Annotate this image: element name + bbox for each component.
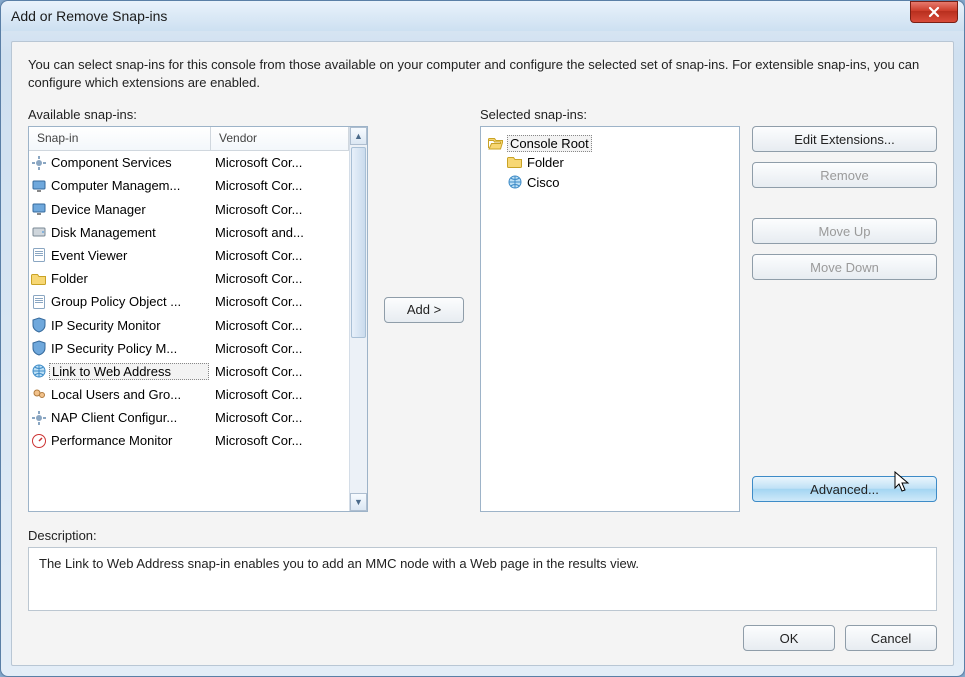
description-label: Description: <box>28 528 937 543</box>
scroll-up-button[interactable]: ▲ <box>350 127 367 145</box>
list-item-vendor: Microsoft Cor... <box>209 341 349 356</box>
computer-management-icon <box>29 178 49 194</box>
available-listbox[interactable]: Snap-in Vendor Component ServicesMicroso… <box>28 126 368 512</box>
available-column: Available snap-ins: Snap-in Vendor Compo… <box>28 107 368 512</box>
description-box: The Link to Web Address snap-in enables … <box>28 547 937 611</box>
performance-icon <box>29 433 49 449</box>
advanced-button[interactable]: Advanced... <box>752 476 937 502</box>
remove-button[interactable]: Remove <box>752 162 937 188</box>
add-button[interactable]: Add > <box>384 297 464 323</box>
list-item-vendor: Microsoft Cor... <box>209 178 349 193</box>
disk-management-icon <box>29 224 49 240</box>
list-item-vendor: Microsoft Cor... <box>209 364 349 379</box>
web-link-icon <box>507 174 523 190</box>
list-item-vendor: Microsoft Cor... <box>209 387 349 402</box>
header-snapin[interactable]: Snap-in <box>29 127 211 150</box>
edit-extensions-button[interactable]: Edit Extensions... <box>752 126 937 152</box>
close-icon <box>927 6 941 18</box>
local-users-icon <box>29 387 49 403</box>
list-item-name: IP Security Monitor <box>49 318 209 333</box>
list-item-vendor: Microsoft Cor... <box>209 318 349 333</box>
list-item[interactable]: IP Security MonitorMicrosoft Cor... <box>29 313 349 336</box>
list-item[interactable]: Computer Managem...Microsoft Cor... <box>29 174 349 197</box>
dialog-window: Add or Remove Snap-ins You can select sn… <box>0 0 965 677</box>
list-item[interactable]: Disk ManagementMicrosoft and... <box>29 221 349 244</box>
list-item-name: Event Viewer <box>49 248 209 263</box>
description-area: Description: The Link to Web Address sna… <box>28 528 937 611</box>
list-item-name: Folder <box>49 271 209 286</box>
selected-column: Selected snap-ins: Console Root Folder Ci… <box>480 107 740 512</box>
scroll-down-button[interactable]: ▼ <box>350 493 367 511</box>
list-item-vendor: Microsoft Cor... <box>209 271 349 286</box>
tree-item[interactable]: Cisco <box>507 172 733 192</box>
ip-sec-monitor-icon <box>29 317 49 333</box>
move-up-button[interactable]: Move Up <box>752 218 937 244</box>
list-item-vendor: Microsoft Cor... <box>209 202 349 217</box>
tree-item-label: Folder <box>527 155 564 170</box>
list-item-name: Computer Managem... <box>49 178 209 193</box>
list-item[interactable]: NAP Client Configur...Microsoft Cor... <box>29 406 349 429</box>
list-item-name: IP Security Policy M... <box>49 341 209 356</box>
cancel-button[interactable]: Cancel <box>845 625 937 651</box>
list-item[interactable]: Link to Web AddressMicrosoft Cor... <box>29 360 349 383</box>
middle-column: Add > <box>380 107 468 512</box>
footer: OK Cancel <box>28 625 937 651</box>
ip-sec-policy-icon <box>29 340 49 356</box>
list-item-name: Performance Monitor <box>49 433 209 448</box>
group-policy-icon <box>29 294 49 310</box>
list-item-vendor: Microsoft Cor... <box>209 155 349 170</box>
web-link-icon <box>29 363 49 379</box>
list-item[interactable]: Performance MonitorMicrosoft Cor... <box>29 429 349 452</box>
header-vendor[interactable]: Vendor <box>211 127 349 150</box>
component-services-icon <box>29 155 49 171</box>
work-area: Available snap-ins: Snap-in Vendor Compo… <box>28 107 937 512</box>
close-button[interactable] <box>910 1 958 23</box>
move-down-button[interactable]: Move Down <box>752 254 937 280</box>
list-item-vendor: Microsoft Cor... <box>209 294 349 309</box>
client-area: You can select snap-ins for this console… <box>11 41 954 666</box>
list-item[interactable]: FolderMicrosoft Cor... <box>29 267 349 290</box>
device-manager-icon <box>29 201 49 217</box>
list-item[interactable]: Group Policy Object ...Microsoft Cor... <box>29 290 349 313</box>
scroll-thumb[interactable] <box>351 147 366 338</box>
list-item[interactable]: IP Security Policy M...Microsoft Cor... <box>29 337 349 360</box>
scrollbar-vertical[interactable]: ▲ ▼ <box>349 127 367 511</box>
nap-client-icon <box>29 410 49 426</box>
list-item-vendor: Microsoft Cor... <box>209 433 349 448</box>
ok-button[interactable]: OK <box>743 625 835 651</box>
tree-item-label: Cisco <box>527 175 560 190</box>
list-item-vendor: Microsoft and... <box>209 225 349 240</box>
list-item-name: Link to Web Address <box>49 363 209 380</box>
window-title: Add or Remove Snap-ins <box>11 8 167 24</box>
list-item[interactable]: Device ManagerMicrosoft Cor... <box>29 197 349 220</box>
scroll-track[interactable] <box>350 145 367 493</box>
list-item-name: Local Users and Gro... <box>49 387 209 402</box>
list-item[interactable]: Event ViewerMicrosoft Cor... <box>29 244 349 267</box>
list-item[interactable]: Component ServicesMicrosoft Cor... <box>29 151 349 174</box>
folder-open-icon <box>487 136 503 152</box>
tree-item[interactable]: Folder <box>507 152 733 172</box>
title-bar: Add or Remove Snap-ins <box>1 1 964 31</box>
tree-root-label: Console Root <box>507 135 592 152</box>
list-item-name: Disk Management <box>49 225 209 240</box>
list-item[interactable]: Local Users and Gro...Microsoft Cor... <box>29 383 349 406</box>
list-item-name: Device Manager <box>49 202 209 217</box>
list-item-vendor: Microsoft Cor... <box>209 410 349 425</box>
folder-icon <box>507 154 523 170</box>
list-item-name: Group Policy Object ... <box>49 294 209 309</box>
available-label: Available snap-ins: <box>28 107 368 122</box>
list-item-name: Component Services <box>49 155 209 170</box>
list-header: Snap-in Vendor <box>29 127 349 151</box>
selected-label: Selected snap-ins: <box>480 107 740 122</box>
description-text: The Link to Web Address snap-in enables … <box>39 556 639 571</box>
selected-tree[interactable]: Console Root Folder Cisco <box>480 126 740 512</box>
list-item-vendor: Microsoft Cor... <box>209 248 349 263</box>
actions-column: Edit Extensions... Remove Move Up Move D… <box>752 107 937 512</box>
folder-icon <box>29 271 49 287</box>
tree-root[interactable]: Console Root Folder Cisco <box>487 133 733 194</box>
intro-text: You can select snap-ins for this console… <box>28 56 937 91</box>
event-viewer-icon <box>29 247 49 263</box>
list-item-name: NAP Client Configur... <box>49 410 209 425</box>
